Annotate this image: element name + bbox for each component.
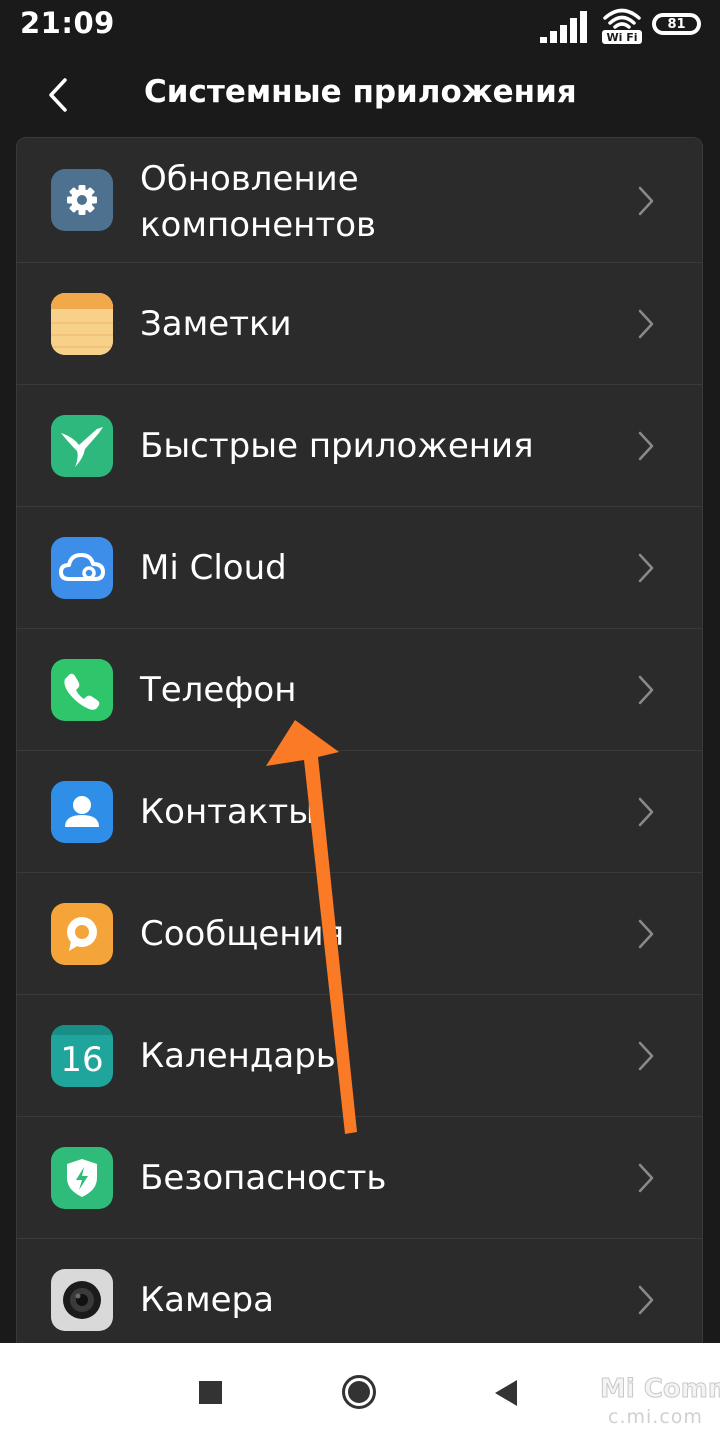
page-title: Системные приложения bbox=[144, 74, 577, 110]
list-item-label: Заметки bbox=[140, 304, 292, 344]
list-item-phone[interactable]: Телефон bbox=[17, 629, 702, 751]
chevron-left-icon bbox=[49, 78, 67, 112]
chevron-right-icon bbox=[638, 186, 654, 216]
list-item-label: Mi Cloud bbox=[140, 548, 287, 588]
list-item-label: Безопасность bbox=[140, 1158, 387, 1198]
list-item-component-update[interactable]: Обновление компонентов bbox=[17, 138, 702, 263]
chevron-right-icon bbox=[638, 919, 654, 949]
list-item-label: Сообщения bbox=[140, 914, 345, 954]
watermark: Mi Comm c.mi.com bbox=[600, 1374, 720, 1434]
list-item-label: Календарь bbox=[140, 1036, 336, 1076]
chevron-right-icon bbox=[638, 1285, 654, 1315]
list-item-messages[interactable]: Сообщения bbox=[17, 873, 702, 995]
page-header: Системные приложения bbox=[0, 56, 720, 136]
list-item-security[interactable]: Безопасность bbox=[17, 1117, 702, 1239]
chevron-right-icon bbox=[638, 797, 654, 827]
gear-icon bbox=[67, 185, 97, 215]
watermark-brand: Mi Comm bbox=[600, 1374, 720, 1405]
back-button[interactable] bbox=[36, 70, 82, 120]
list-item-label: Обновление bbox=[140, 159, 359, 199]
list-item-label-line2: компонентов bbox=[140, 205, 377, 245]
chevron-right-icon bbox=[638, 675, 654, 705]
chevron-right-icon bbox=[638, 1163, 654, 1193]
list-item-label: Камера bbox=[140, 1280, 274, 1320]
shield-icon bbox=[67, 1159, 97, 1197]
cloud-icon bbox=[59, 553, 105, 581]
app-icon-calendar: 16 bbox=[51, 1025, 113, 1087]
navigation-bar: Mi Comm c.mi.com bbox=[0, 1343, 720, 1440]
list-item-label: Быстрые приложения bbox=[140, 426, 534, 466]
wifi-label: Wi Fi bbox=[606, 31, 637, 44]
home-button[interactable] bbox=[341, 1374, 377, 1410]
app-icon-mi-cloud bbox=[51, 537, 113, 599]
notes-icon bbox=[51, 293, 113, 355]
chevron-right-icon bbox=[638, 431, 654, 461]
app-icon-contacts bbox=[51, 781, 113, 843]
watermark-url: c.mi.com bbox=[608, 1406, 703, 1428]
status-time: 21:09 bbox=[20, 6, 115, 40]
list-item-contacts[interactable]: Контакты bbox=[17, 751, 702, 873]
list-item-notes[interactable]: Заметки bbox=[17, 263, 702, 385]
message-icon bbox=[67, 917, 97, 951]
app-icon-camera bbox=[51, 1269, 113, 1331]
list-item-calendar[interactable]: 16 Календарь bbox=[17, 995, 702, 1117]
phone-icon bbox=[64, 673, 100, 710]
wifi-icon: Wi Fi bbox=[602, 8, 642, 44]
app-icon-notes bbox=[51, 293, 113, 355]
calendar-icon: 16 bbox=[51, 1025, 113, 1080]
camera-icon bbox=[63, 1281, 101, 1319]
battery-indicator: 81 bbox=[652, 13, 701, 35]
app-icon-component-update bbox=[51, 169, 113, 231]
list-item-camera[interactable]: Камера bbox=[17, 1239, 702, 1343]
system-apps-list: Обновление компонентов Заметки Быстрые п… bbox=[16, 137, 703, 1343]
battery-level: 81 bbox=[667, 16, 686, 32]
nav-back-button[interactable] bbox=[493, 1378, 519, 1408]
app-icon-phone bbox=[51, 659, 113, 721]
chevron-right-icon bbox=[638, 309, 654, 339]
list-item-label: Контакты bbox=[140, 792, 315, 832]
list-item-quick-apps[interactable]: Быстрые приложения bbox=[17, 385, 702, 507]
app-icon-security bbox=[51, 1147, 113, 1209]
app-icon-quick-apps bbox=[51, 415, 113, 477]
contact-icon bbox=[65, 796, 99, 827]
chevron-right-icon bbox=[638, 553, 654, 583]
calendar-day: 16 bbox=[60, 1040, 103, 1080]
list-item-label: Телефон bbox=[140, 670, 297, 710]
app-icon-messages bbox=[51, 903, 113, 965]
chevron-right-icon bbox=[638, 1041, 654, 1071]
status-bar: 21:09 Wi Fi 81 bbox=[0, 0, 720, 56]
signal-bars-icon bbox=[540, 11, 587, 43]
list-item-mi-cloud[interactable]: Mi Cloud bbox=[17, 507, 702, 629]
triangle-back-icon bbox=[495, 1380, 517, 1406]
recents-button[interactable] bbox=[199, 1381, 222, 1404]
hummingbird-icon bbox=[61, 427, 103, 467]
